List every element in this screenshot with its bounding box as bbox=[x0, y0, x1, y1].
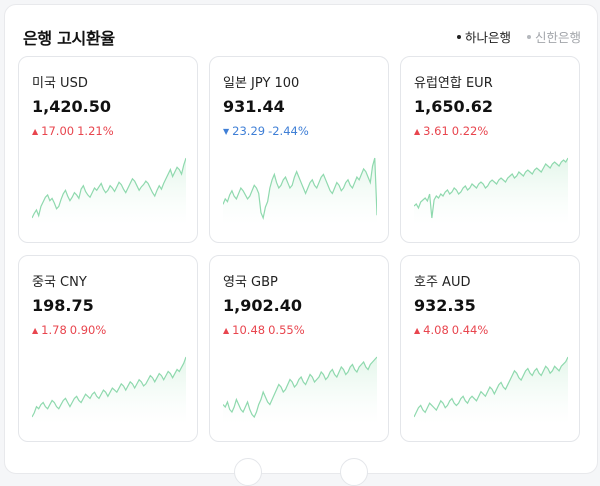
currency-rate: 932.35 bbox=[414, 296, 476, 315]
bank-selector: 하나은행 신한은행 bbox=[456, 27, 581, 46]
change-amount: 23.29 bbox=[232, 124, 266, 138]
change-percent: 0.22% bbox=[451, 124, 489, 138]
bank-label: 하나은행 bbox=[464, 30, 511, 45]
change-amount: 1.78 bbox=[41, 323, 67, 337]
currency-rate: 198.75 bbox=[32, 296, 94, 315]
currency-card-aud[interactable]: 호주 AUD 932.35 ▲ 4.08 0.44% bbox=[400, 255, 580, 442]
change-arrow-icon: ▲ bbox=[414, 325, 421, 335]
currency-rate: 931.44 bbox=[223, 97, 285, 116]
currency-card-eur[interactable]: 유럽연합 EUR 1,650.62 ▲ 3.61 0.22% bbox=[400, 56, 580, 243]
sparkline-chart bbox=[223, 356, 377, 424]
next-page-button[interactable] bbox=[340, 458, 368, 486]
prev-page-button[interactable] bbox=[234, 458, 262, 486]
sparkline-area bbox=[414, 158, 568, 225]
bullet-icon bbox=[456, 34, 461, 39]
currency-name: 중국 CNY bbox=[32, 275, 87, 290]
sparkline-chart bbox=[414, 157, 568, 225]
change-amount: 4.08 bbox=[423, 323, 449, 337]
currency-name: 영국 GBP bbox=[223, 275, 278, 290]
panel-title: 은행 고시환율 bbox=[23, 29, 115, 48]
currency-rate: 1,902.40 bbox=[223, 296, 302, 315]
change-arrow-icon: ▲ bbox=[32, 126, 39, 136]
currency-name: 미국 USD bbox=[32, 76, 88, 91]
sparkline-chart bbox=[32, 157, 186, 225]
exchange-rate-panel: 은행 고시환율 하나은행 신한은행 미국 USD 1,420.50 ▲ 17.0… bbox=[4, 4, 598, 474]
change-percent: 0.55% bbox=[268, 323, 305, 337]
change-amount: 17.00 bbox=[41, 124, 75, 138]
sparkline-area bbox=[32, 357, 186, 424]
currency-name: 일본 JPY 100 bbox=[223, 76, 300, 91]
sparkline-area bbox=[32, 158, 186, 225]
sparkline-chart bbox=[32, 356, 186, 424]
change-percent: 0.90% bbox=[69, 323, 107, 337]
bank-label: 신한은행 bbox=[534, 30, 581, 45]
rate-change: ▼ 23.29 -2.44% bbox=[223, 124, 309, 138]
change-amount: 3.61 bbox=[423, 124, 449, 138]
rate-change: ▲ 10.48 0.55% bbox=[223, 323, 305, 337]
rate-change: ▲ 3.61 0.22% bbox=[414, 124, 488, 138]
change-arrow-icon: ▲ bbox=[223, 325, 230, 335]
currency-card-cny[interactable]: 중국 CNY 198.75 ▲ 1.78 0.90% bbox=[18, 255, 198, 442]
currency-rate: 1,650.62 bbox=[414, 97, 493, 116]
bank-option-shinhan[interactable]: 신한은행 bbox=[526, 27, 581, 46]
currency-card-gbp[interactable]: 영국 GBP 1,902.40 ▲ 10.48 0.55% bbox=[209, 255, 389, 442]
currency-name: 유럽연합 EUR bbox=[414, 76, 493, 91]
change-arrow-icon: ▼ bbox=[223, 126, 230, 136]
change-percent: 1.21% bbox=[77, 124, 114, 138]
change-percent: 0.44% bbox=[451, 323, 489, 337]
currency-card-jpy[interactable]: 일본 JPY 100 931.44 ▼ 23.29 -2.44% bbox=[209, 56, 389, 243]
change-arrow-icon: ▲ bbox=[32, 325, 39, 335]
change-percent: -2.44% bbox=[268, 124, 309, 138]
change-arrow-icon: ▲ bbox=[414, 126, 421, 136]
rate-change: ▲ 17.00 1.21% bbox=[32, 124, 114, 138]
bank-option-hana[interactable]: 하나은행 bbox=[456, 27, 511, 46]
change-amount: 10.48 bbox=[232, 323, 266, 337]
rate-change: ▲ 1.78 0.90% bbox=[32, 323, 106, 337]
sparkline-chart bbox=[414, 356, 568, 424]
currency-rate: 1,420.50 bbox=[32, 97, 111, 116]
sparkline-area bbox=[223, 158, 377, 225]
currency-card-usd[interactable]: 미국 USD 1,420.50 ▲ 17.00 1.21% bbox=[18, 56, 198, 243]
sparkline-chart bbox=[223, 157, 377, 225]
rate-change: ▲ 4.08 0.44% bbox=[414, 323, 488, 337]
bullet-icon bbox=[526, 34, 531, 39]
currency-name: 호주 AUD bbox=[414, 275, 471, 290]
